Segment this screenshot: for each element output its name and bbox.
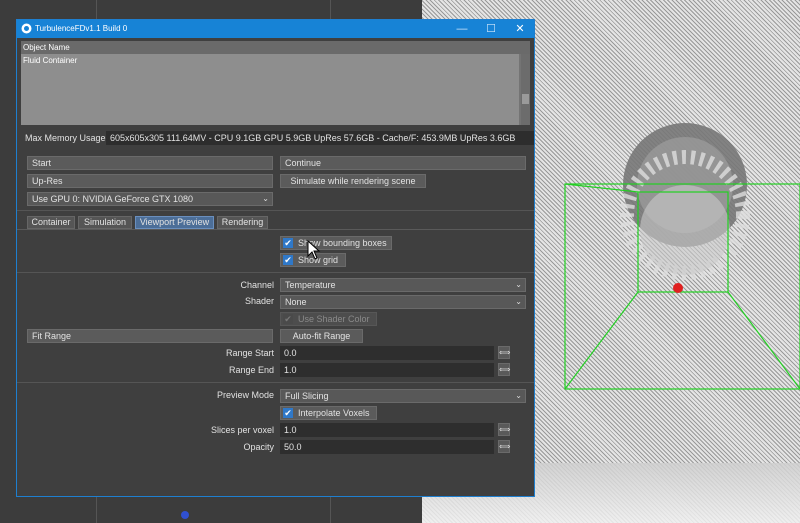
opacity-label: Opacity [243, 442, 274, 452]
list-item[interactable]: Fluid Container [23, 56, 77, 65]
tab-viewport-preview[interactable]: Viewport Preview [135, 216, 214, 229]
range-end-spinner-icon[interactable]: ⟺ [498, 363, 510, 376]
use-shader-color-checkbox: ✔ Use Shader Color [280, 312, 377, 326]
opacity-spinner-icon[interactable]: ⟺ [498, 440, 510, 453]
range-start-label: Range Start [225, 348, 274, 358]
shader-label: Shader [244, 296, 274, 306]
object-list-scrollbar[interactable] [521, 54, 530, 125]
checkmark-icon: ✔ [283, 255, 293, 265]
tab-underline [17, 229, 534, 230]
emitter-dot [673, 283, 683, 293]
app-icon [21, 23, 32, 34]
gpu-select-value: Use GPU 0: NVIDIA GeForce GTX 1080 [32, 194, 194, 204]
object-name-header: Object Name [21, 41, 530, 54]
chevron-down-icon: ⌄ [515, 391, 522, 400]
window-title: TurbulenceFDv1.1 Build 0 [35, 24, 128, 33]
slices-per-voxel-spinner-icon[interactable]: ⟺ [498, 423, 510, 436]
upres-button[interactable]: Up-Res [27, 174, 273, 188]
memory-usage-value: 605x605x305 111.64MV - CPU 9.1GB GPU 5.9… [106, 131, 534, 145]
slices-per-voxel-input[interactable]: 1.0 [280, 423, 494, 437]
object-list-panel: Object Name Fluid Container [21, 41, 530, 125]
range-end-input[interactable]: 1.0 [280, 363, 494, 377]
range-end-label: Range End [228, 365, 274, 375]
simulate-while-rendering-button[interactable]: Simulate while rendering scene [280, 174, 426, 188]
fit-range-button[interactable]: Fit Range [27, 329, 273, 343]
shader-select-value: None [285, 297, 307, 307]
close-button[interactable]: ✕ [506, 20, 534, 38]
memory-label: Max Memory Usage [25, 133, 106, 143]
chevron-down-icon: ⌄ [515, 280, 522, 289]
chevron-down-icon: ⌄ [262, 194, 269, 203]
divider [17, 382, 534, 383]
channel-label: Channel [240, 280, 274, 290]
checkmark-icon: ✔ [283, 238, 293, 248]
scrollbar-thumb[interactable] [522, 94, 529, 104]
divider [17, 272, 534, 273]
channel-select-value: Temperature [285, 280, 336, 290]
tab-rendering[interactable]: Rendering [217, 216, 268, 229]
preview-mode-select-value: Full Slicing [285, 391, 329, 401]
preview-mode-select[interactable]: Full Slicing ⌄ [280, 389, 526, 403]
tab-simulation[interactable]: Simulation [78, 216, 132, 229]
interpolate-voxels-checkbox[interactable]: ✔ Interpolate Voxels [280, 406, 377, 420]
opacity-input[interactable]: 50.0 [280, 440, 494, 454]
mouse-cursor-icon [307, 240, 321, 260]
title-bar[interactable]: TurbulenceFDv1.1 Build 0 — ☐ ✕ [17, 20, 534, 38]
turbulencefd-window: TurbulenceFDv1.1 Build 0 — ☐ ✕ Object Na… [16, 19, 535, 497]
preview-mode-label: Preview Mode [216, 390, 274, 400]
range-start-input[interactable]: 0.0 [280, 346, 494, 360]
gpu-select[interactable]: Use GPU 0: NVIDIA GeForce GTX 1080 ⌄ [27, 192, 273, 206]
maximize-button[interactable]: ☐ [477, 20, 505, 38]
interpolate-voxels-label: Interpolate Voxels [298, 408, 370, 418]
checkmark-icon: ✔ [283, 408, 293, 418]
chevron-down-icon: ⌄ [515, 297, 522, 306]
checkmark-icon: ✔ [283, 314, 293, 324]
slices-per-voxel-label: Slices per voxel [210, 425, 274, 435]
continue-button[interactable]: Continue [280, 156, 526, 170]
show-bounding-boxes-checkbox[interactable]: ✔ Show bounding boxes [280, 236, 392, 250]
use-shader-color-label: Use Shader Color [298, 314, 370, 324]
auto-fit-range-button[interactable]: Auto-fit Range [280, 329, 363, 343]
start-button[interactable]: Start [27, 156, 273, 170]
object-list[interactable]: Fluid Container [21, 54, 519, 125]
channel-select[interactable]: Temperature ⌄ [280, 278, 526, 292]
tab-container[interactable]: Container [27, 216, 75, 229]
scene-marker [181, 511, 189, 519]
range-start-spinner-icon[interactable]: ⟺ [498, 346, 510, 359]
divider [17, 210, 534, 211]
minimize-button[interactable]: — [448, 20, 476, 38]
shader-select[interactable]: None ⌄ [280, 295, 526, 309]
